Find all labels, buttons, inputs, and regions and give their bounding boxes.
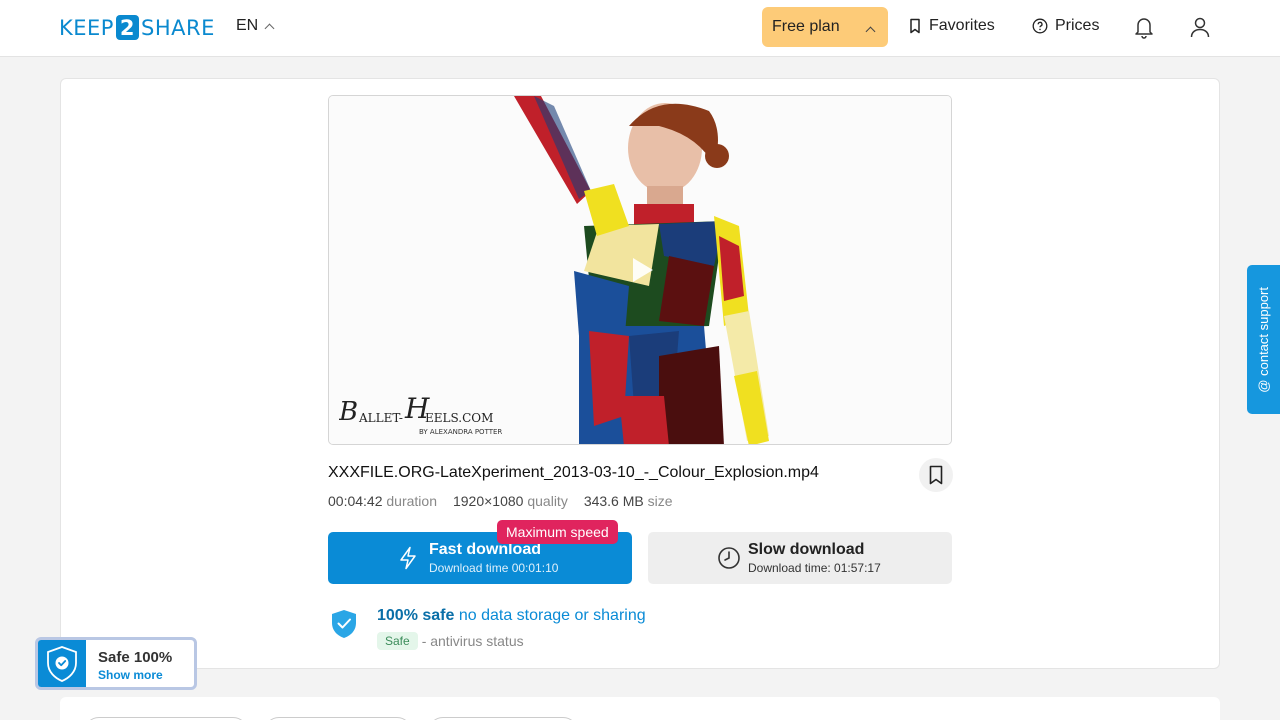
show-more-link[interactable]: Show more [98,668,163,682]
antivirus-status-label: - antivirus status [421,633,524,649]
quality-label: quality [527,493,568,509]
prices-link[interactable]: Prices [1032,17,1099,35]
slow-download-text: Slow download Download time: 01:57:17 [748,541,881,576]
plan-label: Free plan [772,18,840,35]
badge-title: Safe 100% [98,649,173,666]
duration-meta: 00:04:42 duration [328,493,437,509]
svg-text:EELS.COM: EELS.COM [425,411,493,425]
favorites-label: Favorites [929,17,995,34]
user-icon[interactable] [1189,15,1211,39]
chevron-up-icon [264,23,275,33]
clock-icon [718,547,740,569]
maximum-speed-badge: Maximum speed [497,520,618,544]
quality-meta: 1920×1080 quality [453,493,568,509]
help-circle-icon [1032,18,1048,34]
add-to-favorites-button[interactable] [919,458,953,492]
favorites-link[interactable]: Favorites [908,17,995,35]
top-header: KEEP 2 SHARE EN Free plan Favorites Pric… [0,0,1280,57]
size-label: size [647,493,673,509]
fast-download-text: Fast download Download time 00:01:10 [429,541,558,576]
file-meta: 00:04:42 duration 1920×1080 quality 343.… [328,493,673,509]
shield-check-icon [47,645,77,682]
quality-value: 1920×1080 [452,493,524,509]
size-value: 343.6 MB [583,493,644,509]
language-selector[interactable]: EN [236,17,275,35]
plan-dropdown-button[interactable]: Free plan [762,7,888,47]
duration-label: duration [386,493,437,509]
contact-support-tab[interactable]: @ contact support [1247,265,1280,414]
slow-download-button[interactable]: Slow download Download time: 01:57:17 [648,532,952,584]
antivirus-status: Safe - antivirus status [377,632,524,650]
safe-100-badge[interactable]: Safe 100% Show more [35,637,197,690]
safety-bold: 100% safe [377,607,455,624]
badge-shield-panel [38,640,86,687]
safe-status-tag: Safe [377,632,418,650]
slow-download-title: Slow download [748,540,865,558]
duration-value: 00:04:42 [328,493,383,509]
chevron-up-icon [865,26,876,37]
language-label: EN [236,17,259,34]
safety-statement: 100% safe no data storage or sharing [377,607,646,625]
slow-download-time: Download time: 01:57:17 [748,560,881,575]
prices-label: Prices [1055,17,1100,34]
bookmark-icon [929,465,943,485]
safety-text: no data storage or sharing [458,607,646,624]
bell-icon[interactable] [1133,15,1155,39]
logo-text-share: SHARE [140,15,215,40]
size-meta: 343.6 MB size [584,493,673,509]
svg-text:B: B [339,397,358,427]
fast-download-time: Download time 00:01:10 [429,560,559,575]
logo-text-2: 2 [115,15,139,40]
ballet-heels-watermark: B ALLET- H EELS.COM BY ALEXANDRA POTTER [339,392,502,436]
video-preview[interactable]: B ALLET- H EELS.COM BY ALEXANDRA POTTER [328,95,952,445]
file-name: XXXFILE.ORG-LateXperiment_2013-03-10_-_C… [328,464,819,481]
lightning-icon [400,546,416,570]
bookmark-icon [910,18,920,34]
shield-check-icon [332,610,356,638]
contact-support-label: @ contact support [1256,286,1271,393]
keep2share-logo[interactable]: KEEP 2 SHARE [59,15,215,40]
logo-text-keep: KEEP [59,15,114,40]
svg-text:BY ALEXANDRA POTTER: BY ALEXANDRA POTTER [419,428,502,436]
svg-text:ALLET-: ALLET- [358,411,403,425]
